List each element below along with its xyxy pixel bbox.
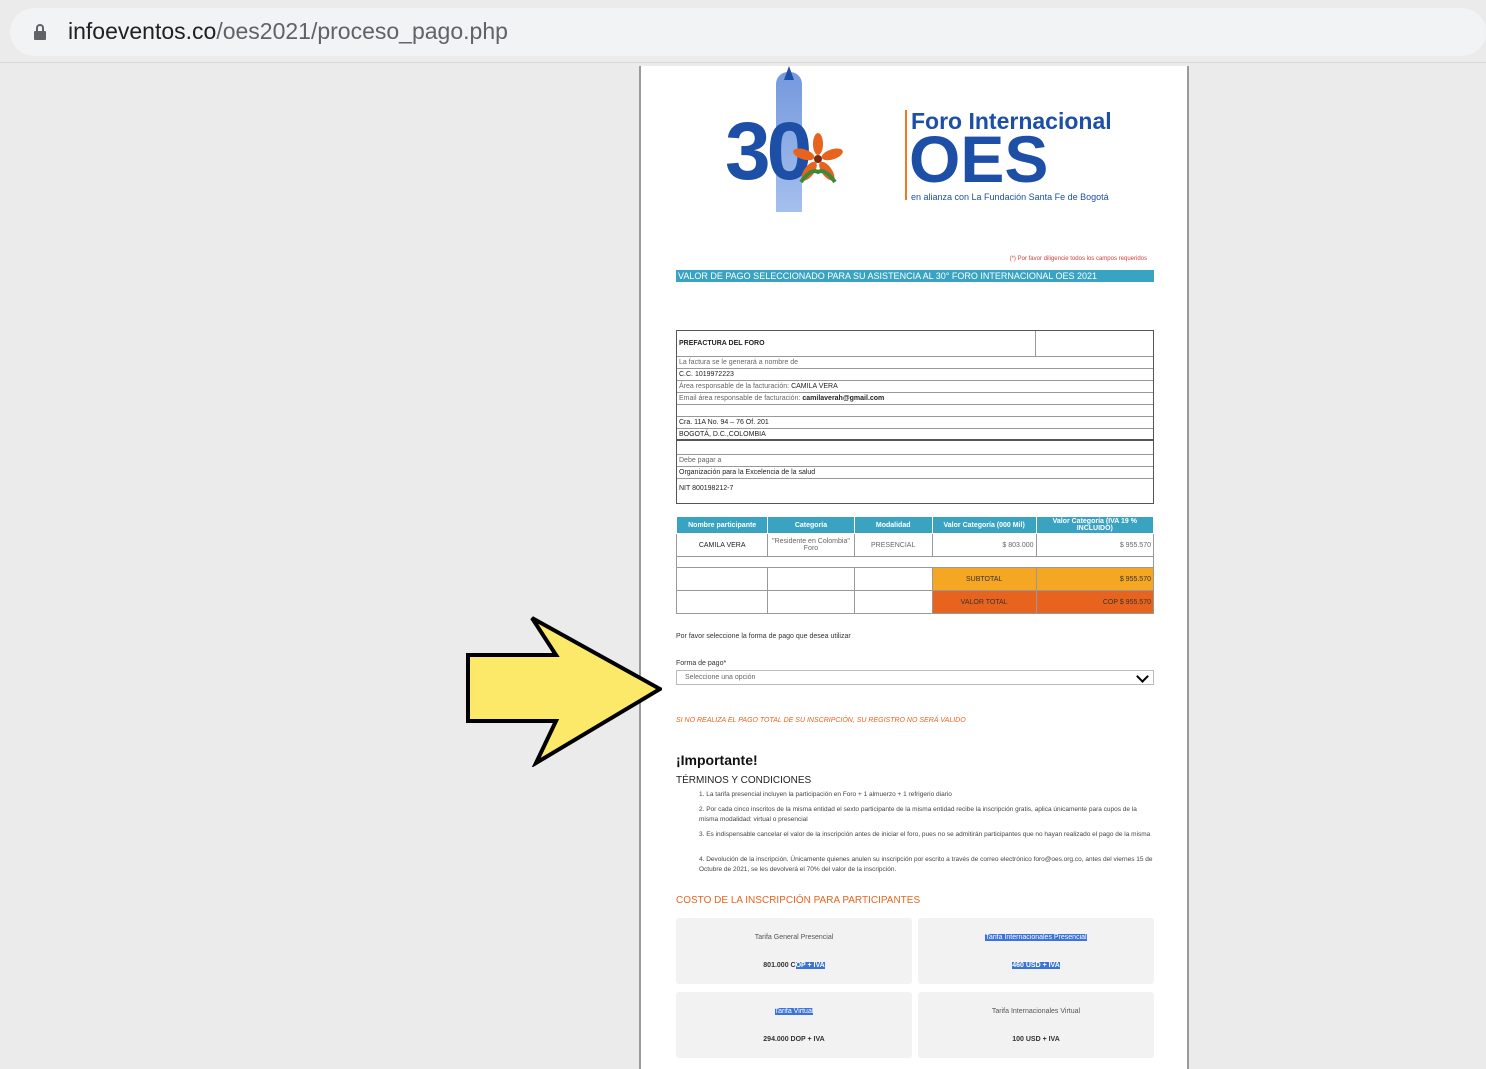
flower-icon [793, 133, 843, 184]
price-card: Tarifa General Presencial 801.000 COP + … [676, 918, 912, 984]
subtotal-row: SUBTOTAL $ 955.570 [675, 567, 1155, 591]
price-card: Tarifa Virtual 294.000 DOP + IVA [676, 992, 912, 1058]
payment-method-select[interactable]: Seleccione una opción [676, 670, 1154, 685]
price-title: Tarifa Internacionales Presencial [985, 934, 1087, 941]
payment-prompt: Por favor seleccione la forma de pago qu… [676, 633, 851, 640]
header-value: Valor Categoría (000 Mil) [931, 516, 1037, 534]
cell-value: $ 803.000 [931, 533, 1037, 557]
price-title: Tarifa Internacionales Virtual [991, 1008, 1081, 1015]
price-card: Tarifa Internacionales Virtual 100 USD +… [918, 992, 1154, 1058]
price-title: Tarifa Virtual [774, 1008, 814, 1015]
table-spacer [676, 556, 1154, 568]
term-item: 3. Es indispensable cancelar el valor de… [699, 831, 1151, 838]
url-text[interactable]: infoeventos.co/oes2021/proceso_pago.php [68, 18, 508, 45]
term-item: 4. Devolución de la inscripción. Únicame… [699, 856, 1153, 873]
header-value-iva: Valor Categoría (IVA 19 % INCLUIDO) [1035, 516, 1155, 534]
prefactura-title: PREFACTURA DEL FORO [677, 331, 1153, 357]
arrow-right-icon [466, 616, 662, 767]
price-title: Tarifa General Presencial [754, 934, 834, 941]
header-participant: Nombre participante [675, 516, 769, 534]
cell-category: "Residente en Colombia" Foro [767, 533, 855, 557]
table-header-row: Nombre participante Categoría Modalidad … [675, 516, 1155, 534]
billing-responsible: Área responsable de la facturación: CAMI… [677, 381, 1153, 393]
payment-label: Forma de pago* [676, 660, 727, 667]
costs-title: COSTO DE LA INSCRIPCIÓN PARA PARTICIPANT… [676, 895, 921, 906]
invoice-to-label: La factura se le generará a nombre de [677, 357, 1153, 369]
table-cell [853, 590, 933, 614]
prefactura-box: PREFACTURA DEL FORO La factura se le gen… [676, 330, 1154, 504]
address-bar[interactable]: infoeventos.co/oes2021/proceso_pago.php [10, 8, 1486, 56]
term-item: 2. Por cada cinco inscritos de la misma … [699, 806, 1137, 823]
participant-table: Nombre participante Categoría Modalidad … [675, 516, 1155, 614]
pay-to-nit: NIT 800198212-7 [679, 485, 734, 492]
subtotal-label: SUBTOTAL [931, 567, 1037, 591]
price-value: 100 USD + IVA [1012, 1036, 1060, 1043]
lock-icon[interactable] [34, 24, 46, 40]
prefactura-title-divider [1035, 331, 1036, 357]
billing-address: Cra. 11A No. 94 – 76 Of. 201 [677, 417, 1153, 429]
cell-value-iva: $ 955.570 [1035, 533, 1155, 557]
payment-select-value: Seleccione una opción [685, 674, 756, 681]
payment-warning: SI NO REALIZA EL PAGO TOTAL DE SU INSCRI… [676, 717, 966, 724]
brand-subtitle: en alianza con La Fundación Santa Fe de … [911, 192, 1109, 202]
table-cell [675, 590, 769, 614]
price-value: 460 USD + IVA [1012, 962, 1060, 969]
header-modality: Modalidad [853, 516, 933, 534]
cell-modality: PRESENCIAL [853, 533, 933, 557]
section-title: VALOR DE PAGO SELECCIONADO PARA SU ASIST… [676, 270, 1154, 282]
terms-title: TÉRMINOS Y CONDICIONES [676, 775, 812, 786]
document-page: 30 Foro Internacional OES en alianza con… [639, 66, 1189, 1069]
table-cell [853, 567, 933, 591]
table-row [676, 556, 1154, 568]
important-heading: ¡Importante! [676, 752, 758, 768]
pay-to-label: Debe pagar a [677, 455, 1153, 467]
term-item: 1. La tarifa presencial incluyen la part… [699, 791, 952, 798]
required-note: (*) Por favor diligencie todos los campo… [1009, 256, 1147, 262]
table-row: CAMILA VERA "Residente en Colombia" Foro… [675, 533, 1155, 557]
price-value: 801.000 COP + IVA [763, 962, 825, 969]
toolbar-divider [0, 62, 1486, 63]
brand-name: OES [909, 122, 1049, 196]
total-label: VALOR TOTAL [931, 590, 1037, 614]
empty-row [677, 443, 1153, 455]
table-cell [675, 567, 769, 591]
total-row: VALOR TOTAL COP $ 955.570 [675, 590, 1155, 614]
header-category: Categoría [767, 516, 855, 534]
chevron-down-icon[interactable] [1136, 670, 1149, 683]
empty-row [677, 405, 1153, 417]
pay-to-org: Organización para la Excelencia de la sa… [677, 467, 1153, 479]
cell-participant: CAMILA VERA [675, 533, 769, 557]
invoice-cc: C.C. 1019972223 [677, 369, 1153, 381]
billing-city: BOGOTÁ, D.C.,COLOMBIA [677, 429, 1153, 441]
table-cell [767, 590, 855, 614]
table-cell [767, 567, 855, 591]
brand-divider [905, 110, 907, 200]
total-value: COP $ 955.570 [1035, 590, 1155, 614]
billing-email: Email área responsable de facturación: c… [677, 393, 1153, 405]
price-card: Tarifa Internacionales Presencial 460 US… [918, 918, 1154, 984]
spire-graphic [784, 66, 794, 80]
price-value: 294.000 DOP + IVA [763, 1036, 825, 1043]
subtotal-value: $ 955.570 [1035, 567, 1155, 591]
